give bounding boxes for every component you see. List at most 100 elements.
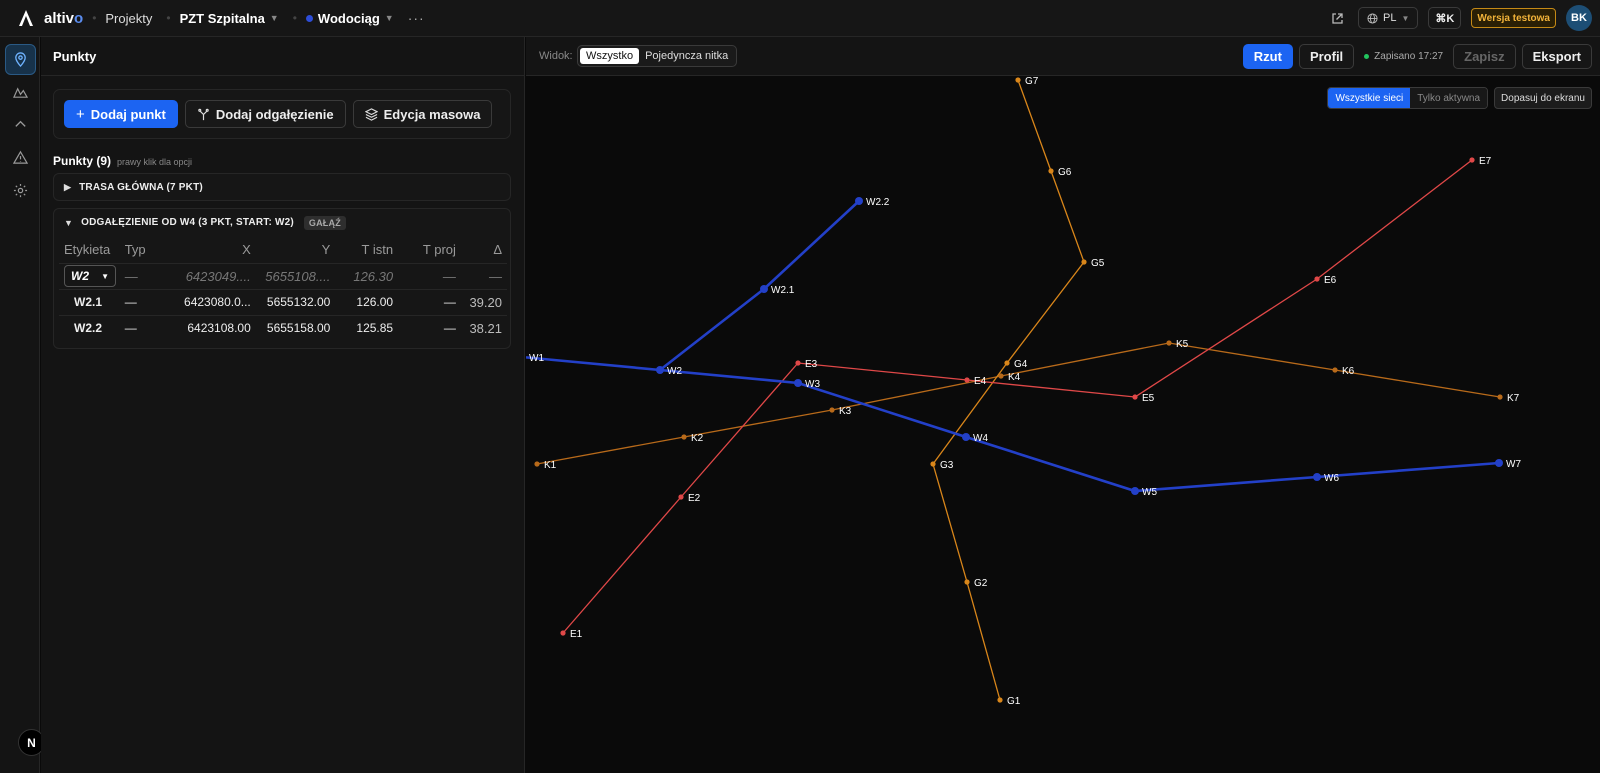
points-nav-button[interactable]	[5, 44, 36, 75]
cell-y: 5655108....	[255, 262, 336, 289]
col-type[interactable]: Typ	[120, 236, 172, 263]
map-point-label: K5	[1176, 339, 1189, 350]
terrain-nav-button[interactable]	[5, 77, 36, 108]
app-logo[interactable]: altivo	[17, 9, 83, 27]
map-point-e6[interactable]	[1314, 276, 1320, 282]
map-point-w5[interactable]	[1131, 487, 1139, 495]
points-hint: prawy klik dla opcji	[117, 157, 193, 167]
language-selector[interactable]: PL ▼	[1358, 7, 1419, 29]
map-canvas[interactable]: K1 K2 K3 K4 K5 K6 K7 G1 G2 G3 G4 G5 G6 G7 E1 E2 E3 E4 E5 E6…	[526, 77, 1600, 773]
map-point-label: W2.1	[771, 285, 795, 296]
save-button[interactable]: Zapisz	[1453, 44, 1516, 69]
map-point-e5[interactable]	[1132, 394, 1138, 400]
branch-tag: GAŁĄŹ	[303, 215, 346, 230]
network-map[interactable]: K1 K2 K3 K4 K5 K6 K7 G1 G2 G3 G4 G5 G6 G7 E1 E2 E3 E4 E5 E6…	[526, 77, 1600, 773]
map-point-k3[interactable]	[829, 407, 835, 413]
bulk-edit-button[interactable]: Edycja masowa	[352, 100, 493, 128]
cell-t-existing[interactable]: 125.85	[335, 314, 399, 341]
profile-view-button[interactable]: Profil	[1298, 44, 1355, 69]
map-point-e3[interactable]	[795, 360, 801, 366]
col-t-project[interactable]: T proj	[398, 236, 461, 263]
map-point-k1[interactable]	[534, 461, 540, 467]
map-point-k2[interactable]	[681, 434, 687, 440]
cell-t-project[interactable]: —	[398, 314, 461, 341]
cell-x[interactable]: 6423108.00	[172, 314, 256, 341]
profile-nav-button[interactable]	[5, 109, 36, 140]
export-button[interactable]: Eksport	[1521, 44, 1592, 69]
col-y[interactable]: Y	[256, 236, 336, 263]
map-point-g2[interactable]	[964, 579, 970, 585]
cell-y[interactable]: 5655158.00	[255, 314, 336, 341]
main-route-header[interactable]: ▶ TRASA GŁÓWNA (7 PKT)	[54, 174, 510, 201]
map-point-g3[interactable]	[930, 461, 936, 467]
command-palette-button[interactable]: ⌘K	[1428, 7, 1462, 29]
map-point-w2-1[interactable]	[760, 285, 768, 293]
network-selector[interactable]: Wodociąg ▼	[305, 11, 394, 26]
table-row[interactable]: W2.1 — 6423080.0... 5655132.00 126.00 — …	[59, 288, 507, 315]
map-point-g4[interactable]	[1004, 360, 1010, 366]
main-route-group[interactable]: ▶ TRASA GŁÓWNA (7 PKT)	[53, 173, 511, 201]
map-point-e1[interactable]	[560, 630, 566, 636]
map-point-e7[interactable]	[1469, 157, 1475, 163]
table-row-start: W2 ▼ — 6423049.... 5655108.... 126.30 — …	[59, 262, 507, 289]
cell-delta: 39.20	[460, 288, 507, 315]
warnings-nav-button[interactable]	[5, 142, 36, 173]
map-point-g5[interactable]	[1081, 259, 1087, 265]
map-point-w2-2[interactable]	[855, 197, 863, 205]
table-row[interactable]: W2.2 — 6423108.00 5655158.00 125.85 — 38…	[59, 314, 507, 341]
map-point-k6[interactable]	[1332, 367, 1338, 373]
col-delta[interactable]: Δ	[461, 236, 507, 263]
branch-header[interactable]: ▼ ODGAŁĘZIENIE OD W4 (3 PKT, START: W2) …	[54, 209, 510, 236]
settings-nav-button[interactable]	[5, 175, 36, 206]
altivo-logo-icon	[19, 10, 33, 26]
plan-view-button[interactable]: Rzut	[1242, 44, 1293, 69]
map-point-g7[interactable]	[1015, 77, 1021, 83]
map-point-k5[interactable]	[1166, 340, 1172, 346]
map-point-k4[interactable]	[998, 373, 1004, 379]
start-point-select[interactable]: W2 ▼	[64, 265, 116, 287]
map-point-w3[interactable]	[794, 379, 802, 387]
main-route-label: TRASA GŁÓWNA (7 PKT)	[79, 182, 203, 193]
bulk-edit-label: Edycja masowa	[383, 106, 481, 122]
chevron-down-icon: ▼	[269, 13, 279, 23]
map-point-g1[interactable]	[997, 697, 1003, 703]
view-all-option[interactable]: Wszystko	[580, 48, 640, 64]
cell-type[interactable]: —	[119, 314, 173, 341]
map-point-w7[interactable]	[1495, 459, 1503, 467]
all-networks-option[interactable]: Wszystkie sieci	[1328, 88, 1411, 108]
map-point-label: W3	[805, 379, 820, 390]
cell-y[interactable]: 5655132.00	[255, 288, 336, 315]
map-point-label: K2	[691, 433, 704, 444]
cell-t-project[interactable]: —	[398, 288, 461, 315]
more-icon[interactable]: ···	[408, 10, 425, 26]
cell-label: W2.1	[59, 288, 120, 315]
active-only-option[interactable]: Tylko aktywna	[1410, 88, 1488, 108]
map-point-w2[interactable]	[656, 366, 664, 374]
avatar[interactable]: BK	[1566, 5, 1592, 31]
map-point-k7[interactable]	[1497, 394, 1503, 400]
fit-to-screen-button[interactable]: Dopasuj do ekranu	[1494, 87, 1592, 109]
map-point-w6[interactable]	[1313, 473, 1321, 481]
globe-icon	[1367, 12, 1378, 24]
view-single-option[interactable]: Pojedyncza nitka	[639, 48, 734, 64]
cell-delta: —	[460, 262, 507, 289]
map-point-e2[interactable]	[678, 494, 684, 500]
start-point-value: W2	[71, 269, 89, 283]
map-point-label: W2	[667, 366, 682, 377]
cell-type[interactable]: —	[119, 288, 173, 315]
col-x[interactable]: X	[172, 236, 256, 263]
add-point-button[interactable]: + Dodaj punkt	[64, 100, 178, 128]
cell-t-existing[interactable]: 126.00	[335, 288, 399, 315]
collapse-icon: ▼	[64, 217, 74, 228]
map-point-g6[interactable]	[1048, 168, 1054, 174]
add-branch-button[interactable]: Dodaj odgałęzienie	[184, 100, 346, 128]
map-point-label: W1	[529, 353, 544, 364]
map-point-w4[interactable]	[962, 433, 970, 441]
external-link-icon[interactable]	[1326, 7, 1348, 29]
projects-link[interactable]: Projekty	[105, 11, 152, 26]
cell-x[interactable]: 6423080.0...	[172, 288, 256, 315]
col-t-existing[interactable]: T istn	[335, 236, 398, 263]
col-label[interactable]: Etykieta	[59, 236, 120, 263]
map-point-e4[interactable]	[964, 377, 970, 383]
project-selector[interactable]: PZT Szpitalna ▼	[180, 11, 279, 26]
